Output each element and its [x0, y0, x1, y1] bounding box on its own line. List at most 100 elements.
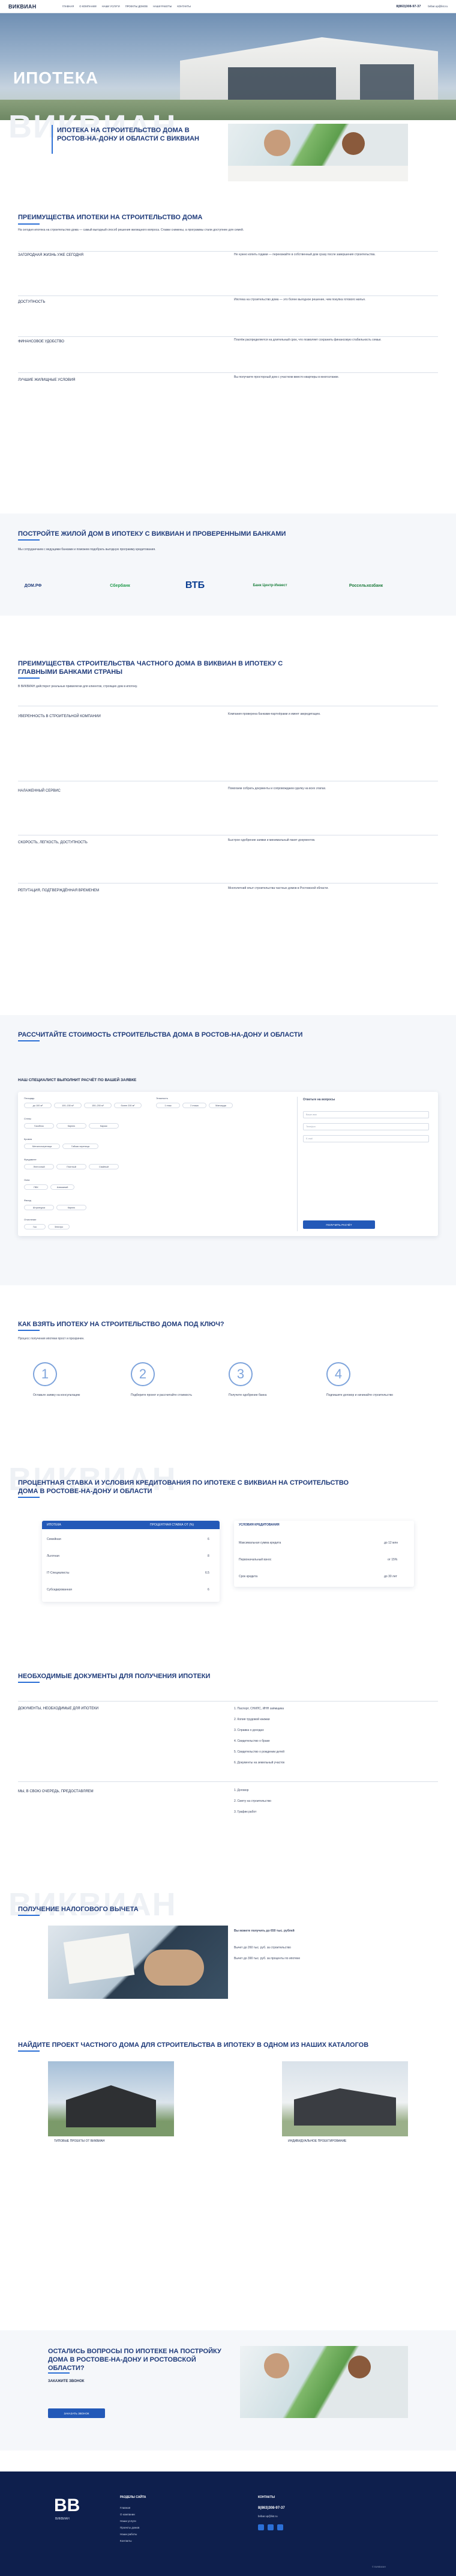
phone-input[interactable]: Телефон: [303, 1123, 429, 1130]
footer-link[interactable]: Проекты домов: [120, 2526, 139, 2529]
divider: [18, 295, 438, 296]
cta-sub: ЗАКАЖИТЕ ЗВОНОК: [48, 2380, 85, 2383]
condition-name: Максимальная сумма кредита: [239, 1541, 281, 1545]
step-number: 1: [33, 1362, 57, 1386]
calc-chip[interactable]: Штукатурка: [24, 1205, 54, 1210]
footer-col1-title: РАЗДЕЛЫ САЙТА: [120, 2496, 146, 2499]
docs-left-label: ДОКУМЕНТЫ, НЕОБХОДИМЫЕ ДЛЯ ИПОТЕКИ: [18, 1707, 99, 1711]
doc-item: 6. Документы на земельный участок: [234, 1761, 285, 1765]
condition-value: до 30 лет: [384, 1575, 397, 1578]
calc-chip[interactable]: Плитный: [56, 1164, 86, 1169]
header-email[interactable]: bribar.vp@list.ru: [428, 5, 448, 8]
site-logo[interactable]: ВИКВИАН: [8, 4, 62, 10]
person-head: [264, 130, 290, 156]
bank-logo-domrf: ДОМ.РФ: [24, 583, 42, 588]
calc-chip[interactable]: Ленточный: [24, 1164, 54, 1169]
docs-title: НЕОБХОДИМЫЕ ДОКУМЕНТЫ ДЛЯ ПОЛУЧЕНИЯ ИПОТ…: [18, 1673, 211, 1680]
main-nav: Главная О компании Наши услуги Проекты д…: [62, 5, 396, 8]
email-input[interactable]: E-mail: [303, 1135, 429, 1142]
footer-link[interactable]: О компании: [120, 2513, 139, 2516]
calc-chip[interactable]: до 100 м²: [24, 1103, 52, 1108]
advantage-text: Платёж распределяется на длительный срок…: [234, 338, 382, 342]
catalog-title: НАЙДИТЕ ПРОЕКТ ЧАСТНОГО ДОМА ДЛЯ СТРОИТЕ…: [18, 2041, 369, 2049]
doc-item: 3. Справка о доходах: [234, 1729, 264, 1732]
nav-home[interactable]: Главная: [62, 5, 74, 8]
tax-line: Вычет до 390 тыс. руб. за проценты по ип…: [234, 1957, 301, 1960]
calc-chip[interactable]: Кирпич: [56, 1123, 86, 1129]
house-image: [66, 2085, 156, 2127]
calc-field-label: Фундамент: [24, 1158, 37, 1161]
footer-link[interactable]: Наши работы: [120, 2533, 139, 2536]
calc-chip[interactable]: Кирпич: [56, 1205, 86, 1210]
banks-text: Мы сотрудничаем с ведущими банками и пом…: [18, 548, 156, 551]
catalog-card-individual[interactable]: [282, 2061, 408, 2136]
rate-value: 6.5: [205, 1571, 209, 1575]
calc-chip[interactable]: 2 этажа: [182, 1103, 206, 1108]
calc-chip[interactable]: 100–150 м²: [54, 1103, 82, 1108]
site-footer: BB ВИКВИАН РАЗДЕЛЫ САЙТА Главная О компа…: [0, 2471, 456, 2576]
nav-contacts[interactable]: Контакты: [177, 5, 191, 8]
calc-chip[interactable]: Газоблок: [24, 1123, 54, 1129]
vk-icon[interactable]: [258, 2524, 264, 2530]
advantage-label: ЛУЧШИЕ ЖИЛИЩНЫЕ УСЛОВИЯ: [18, 378, 76, 382]
footer-phone[interactable]: 8(863)308-97-37: [258, 2506, 285, 2510]
divider: [18, 372, 438, 373]
calc-chip[interactable]: Металлочерепица: [24, 1144, 60, 1149]
doc-item: 1. Договор: [234, 1789, 249, 1792]
footer-copyright: © ВИКВИАН: [372, 2565, 386, 2568]
step-number: 3: [229, 1362, 253, 1386]
footer-email[interactable]: bribar.vp@list.ru: [258, 2515, 278, 2518]
calc-field-label: Фасад: [24, 1199, 31, 1202]
calc-chip[interactable]: 1 этаж: [156, 1103, 180, 1108]
step-text: Подпишите договор и начинайте строительс…: [326, 1393, 394, 1397]
nav-projects[interactable]: Проекты домов: [125, 5, 148, 8]
calc-chip[interactable]: 150–200 м²: [84, 1103, 112, 1108]
calc-chip[interactable]: Электро: [48, 1224, 70, 1229]
step-text: Оставьте заявку на консультацию: [33, 1393, 80, 1397]
nav-about[interactable]: О компании: [79, 5, 96, 8]
bank-logo-centrinvest: Банк Центр-Инвест: [253, 584, 287, 587]
footer-link[interactable]: Наши услуги: [120, 2520, 139, 2523]
whatsapp-icon[interactable]: [277, 2524, 283, 2530]
footer-logo[interactable]: BB: [54, 2496, 80, 2516]
footer-logo-sub: ВИКВИАН: [55, 2517, 70, 2521]
calc-chip[interactable]: Свайный: [89, 1164, 119, 1169]
calc-chip[interactable]: более 200 м²: [114, 1103, 142, 1108]
benefit-label: СКОРОСТЬ, ЛЕГКОСТЬ, ДОСТУПНОСТЬ: [18, 841, 88, 844]
calc-chip[interactable]: Каркас: [89, 1123, 119, 1129]
footer-link[interactable]: Контакты: [120, 2539, 139, 2542]
calc-form-title: Ответьте на вопросы: [303, 1098, 335, 1102]
calc-chip[interactable]: Мансарда: [209, 1103, 233, 1108]
calc-chip[interactable]: ПВХ: [24, 1184, 48, 1190]
footer-link[interactable]: Главная: [120, 2506, 139, 2509]
person-head: [348, 2356, 371, 2378]
telegram-icon[interactable]: [268, 2524, 274, 2530]
benefits-subtitle: В ВИКВИАН действуют реальные привилегии …: [18, 685, 138, 688]
advantage-text: Ипотека на строительство дома — это боле…: [234, 298, 366, 302]
title-underline: [18, 1915, 40, 1916]
rate-value: 6: [208, 1588, 209, 1592]
rate-value: 8: [208, 1554, 209, 1558]
calc-chip[interactable]: Гибкая черепица: [62, 1144, 98, 1149]
catalog-card-typical[interactable]: [48, 2061, 174, 2136]
desk: [228, 166, 408, 181]
calc-divider: [297, 1097, 298, 1231]
condition-value: до 12 млн: [384, 1541, 398, 1545]
calc-field-label: Стены: [24, 1117, 31, 1120]
rate-name: Льготная: [47, 1554, 59, 1558]
catalog-card-label[interactable]: ИНДИВИДУАЛЬНОЕ ПРОЕКТИРОВАНИЕ: [288, 2139, 346, 2143]
site-header: ВИКВИАН Главная О компании Наши услуги П…: [0, 0, 456, 13]
catalog-card-label[interactable]: ТИПОВЫЕ ПРОЕКТЫ ОТ ВИКВИАН: [54, 2139, 105, 2143]
rate-name: Семейная: [47, 1538, 61, 1541]
calc-chip[interactable]: Газ: [24, 1224, 46, 1229]
nav-services[interactable]: Наши услуги: [102, 5, 120, 8]
callback-button[interactable]: ЗАКАЗАТЬ ЗВОНОК: [48, 2408, 105, 2418]
doc-item: 2. Копия трудовой книжки: [234, 1718, 270, 1721]
benefits-title: ПРЕИМУЩЕСТВА СТРОИТЕЛЬСТВА ЧАСТНОГО ДОМА…: [18, 660, 283, 676]
nav-works[interactable]: Наши работы: [153, 5, 172, 8]
name-input[interactable]: Ваше имя: [303, 1111, 429, 1118]
calc-submit-button[interactable]: ПОЛУЧИТЬ РАСЧЁТ: [303, 1220, 375, 1229]
rates-title: ПРОЦЕНТНАЯ СТАВКА И УСЛОВИЯ КРЕДИТОВАНИЯ…: [18, 1479, 349, 1495]
calc-chip[interactable]: Алюминий: [50, 1184, 74, 1190]
header-phone[interactable]: 8(863)308-97-37: [396, 5, 421, 8]
